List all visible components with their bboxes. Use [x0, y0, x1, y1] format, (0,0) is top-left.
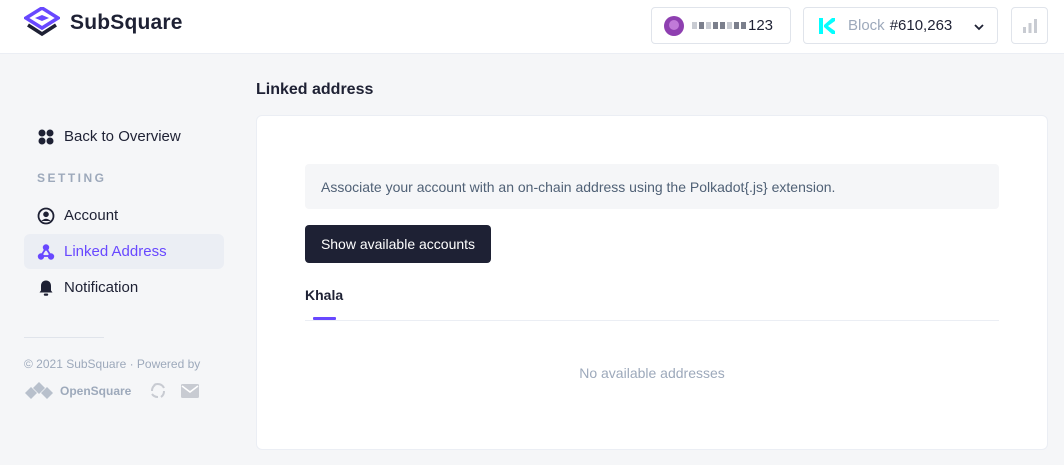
- block-number: #610,263: [889, 17, 953, 34]
- logo-text: SubSquare: [70, 11, 183, 34]
- top-header: SubSquare 123 Block #610,263: [0, 0, 1064, 54]
- page-title: Linked address: [256, 81, 374, 98]
- empty-state-message: No available addresses: [579, 365, 725, 381]
- grid-dots-icon: [37, 128, 55, 146]
- opensquare-link[interactable]: OpenSquare: [60, 384, 131, 398]
- subsquare-logo[interactable]: SubSquare: [24, 7, 183, 39]
- footer-copyright: © 2021 SubSquare · Powered by: [24, 357, 201, 371]
- stats-button[interactable]: [1011, 7, 1048, 44]
- sidebar-item-linked-address[interactable]: Linked Address: [24, 234, 224, 269]
- sidebar-divider: [24, 337, 104, 338]
- block-label: Block: [848, 17, 885, 34]
- chevron-down-icon: [974, 24, 984, 31]
- tab-divider: [305, 320, 999, 321]
- sidebar-item-notification[interactable]: Notification: [24, 270, 224, 305]
- sidebar-item-label: Linked Address: [64, 243, 167, 260]
- info-message: Associate your account with an on-chain …: [305, 164, 999, 209]
- opensquare-logo-icon: [25, 382, 53, 399]
- khala-network-icon: [819, 17, 835, 34]
- linked-address-card: Associate your account with an on-chain …: [256, 115, 1048, 450]
- network-block-selector[interactable]: Block #610,263: [803, 7, 998, 44]
- back-to-overview-link[interactable]: Back to Overview: [24, 119, 224, 154]
- subsquare-logo-icon: [24, 7, 60, 37]
- sidebar-item-account[interactable]: Account: [24, 198, 224, 233]
- linked-nodes-icon: [37, 243, 55, 261]
- element-chat-icon[interactable]: [148, 381, 168, 401]
- bar-chart-icon: [1022, 18, 1037, 33]
- avatar: [664, 15, 684, 36]
- mail-icon[interactable]: [180, 383, 200, 399]
- sidebar-item-label: Account: [64, 207, 119, 224]
- account-button[interactable]: 123: [651, 7, 791, 44]
- sidebar-item-label: Notification: [64, 279, 139, 296]
- user-circle-icon: [37, 207, 55, 225]
- back-to-overview-label: Back to Overview: [64, 128, 181, 145]
- show-available-accounts-button[interactable]: Show available accounts: [305, 225, 491, 263]
- bell-icon: [37, 279, 55, 297]
- account-address-suffix: 123: [748, 17, 774, 34]
- tab-khala[interactable]: Khala: [305, 287, 343, 303]
- footer-links: OpenSquare: [24, 381, 200, 401]
- setting-section-label: SETTING: [37, 171, 107, 185]
- masked-address: [692, 22, 746, 29]
